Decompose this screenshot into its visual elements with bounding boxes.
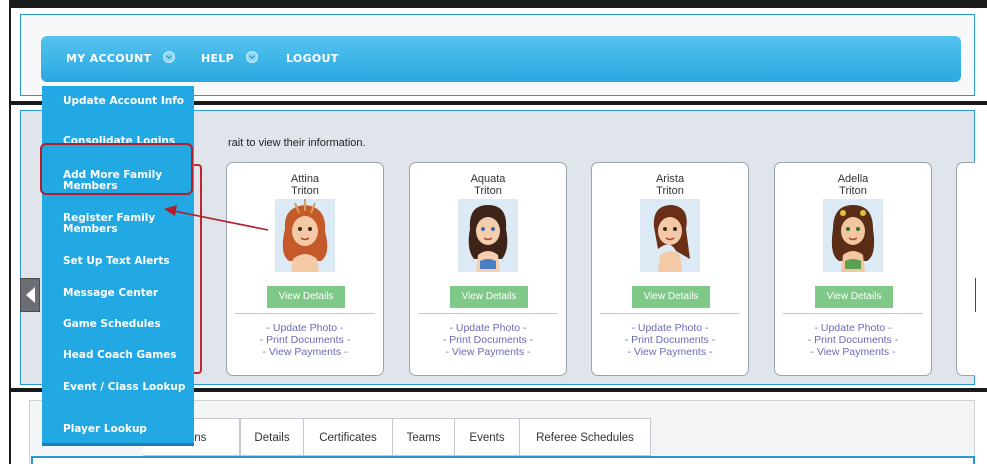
tab-content-area <box>31 456 975 464</box>
menu-item-player-lookup[interactable]: Player Lookup <box>63 424 191 435</box>
view-payments-link[interactable]: - View Payments - <box>410 346 566 358</box>
member-last-name: Triton <box>291 185 319 197</box>
tab-events[interactable]: Events <box>454 418 520 456</box>
card-divider <box>783 313 923 314</box>
member-first-name: Attina <box>290 173 320 185</box>
my-account-dropdown: Update Account Info Consolidate Logins A… <box>42 86 194 446</box>
update-photo-link[interactable]: - Update Photo - <box>410 322 566 334</box>
member-last-name: Triton <box>474 185 502 197</box>
print-documents-link[interactable]: - Print Documents - <box>227 334 383 346</box>
card-divider <box>235 313 375 314</box>
card-divider <box>418 313 558 314</box>
member-portrait[interactable] <box>458 199 518 272</box>
chevron-down-icon[interactable] <box>163 51 175 63</box>
family-member-card: Aquata Triton View Details - Update Phot… <box>409 162 567 376</box>
member-last-name: Triton <box>656 185 684 197</box>
portrait-image <box>640 199 700 272</box>
view-details-button[interactable]: View Details <box>632 286 710 308</box>
member-portrait[interactable] <box>823 199 883 272</box>
portrait-image <box>823 199 883 272</box>
window-frame-top <box>9 0 987 8</box>
arrow-left-icon <box>26 287 35 303</box>
family-instruction: rait to view their information. <box>228 137 366 149</box>
tab-referee-schedules[interactable]: Referee Schedules <box>519 418 651 456</box>
update-photo-link[interactable]: - Update Photo - <box>592 322 748 334</box>
annotation-arrow <box>164 205 269 231</box>
family-member-card: Arista Triton View Details - Update Phot… <box>591 162 749 376</box>
portrait-image <box>458 199 518 272</box>
member-first-name: Aquata <box>470 173 506 185</box>
family-member-card: Adella Triton View Details - Update Phot… <box>774 162 932 376</box>
view-payments-link[interactable]: - View Payments - <box>592 346 748 358</box>
portrait-image <box>275 199 335 272</box>
member-first-name: Adella <box>837 173 869 185</box>
view-details-button[interactable]: View Details <box>450 286 528 308</box>
menu-item-event-class-lookup[interactable]: Event / Class Lookup <box>63 382 191 393</box>
view-details-button[interactable]: View Details <box>267 286 345 308</box>
update-photo-link[interactable]: - Update Photo - <box>775 322 931 334</box>
main-navbar: MY ACCOUNT HELP LOGOUT <box>41 36 961 82</box>
tab-teams[interactable]: Teams <box>392 418 455 456</box>
member-portrait[interactable] <box>640 199 700 272</box>
family-member-card-partial <box>956 162 975 376</box>
member-portrait[interactable] <box>275 199 335 272</box>
menu-item-head-coach-games[interactable]: Head Coach Games <box>63 350 191 361</box>
menu-item-game-schedules[interactable]: Game Schedules <box>63 319 191 330</box>
nav-my-account[interactable]: MY ACCOUNT <box>66 52 151 65</box>
member-last-name: Triton <box>839 185 867 197</box>
menu-highlight-box <box>40 143 193 195</box>
carousel-prev-button[interactable] <box>20 278 40 312</box>
menu-item-update-account-info[interactable]: Update Account Info <box>63 96 191 107</box>
nav-logout[interactable]: LOGOUT <box>286 52 339 65</box>
view-details-button[interactable]: View Details <box>815 286 893 308</box>
update-photo-link[interactable]: - Update Photo - <box>227 322 383 334</box>
print-documents-link[interactable]: - Print Documents - <box>410 334 566 346</box>
chevron-down-icon[interactable] <box>246 51 258 63</box>
nav-help[interactable]: HELP <box>201 52 234 65</box>
tab-details[interactable]: Details <box>240 418 304 456</box>
print-documents-link[interactable]: - Print Documents - <box>592 334 748 346</box>
view-payments-link[interactable]: - View Payments - <box>227 346 383 358</box>
menu-item-message-center[interactable]: Message Center <box>63 288 191 299</box>
view-payments-link[interactable]: - View Payments - <box>775 346 931 358</box>
menu-item-set-up-text-alerts[interactable]: Set Up Text Alerts <box>63 256 191 267</box>
tab-certificates[interactable]: Certificates <box>303 418 393 456</box>
card-divider <box>600 313 740 314</box>
window-frame-left <box>0 0 11 464</box>
member-first-name: Arista <box>655 173 685 185</box>
family-member-card: Attina Triton View Details - Update Phot… <box>226 162 384 376</box>
print-documents-link[interactable]: - Print Documents - <box>775 334 931 346</box>
